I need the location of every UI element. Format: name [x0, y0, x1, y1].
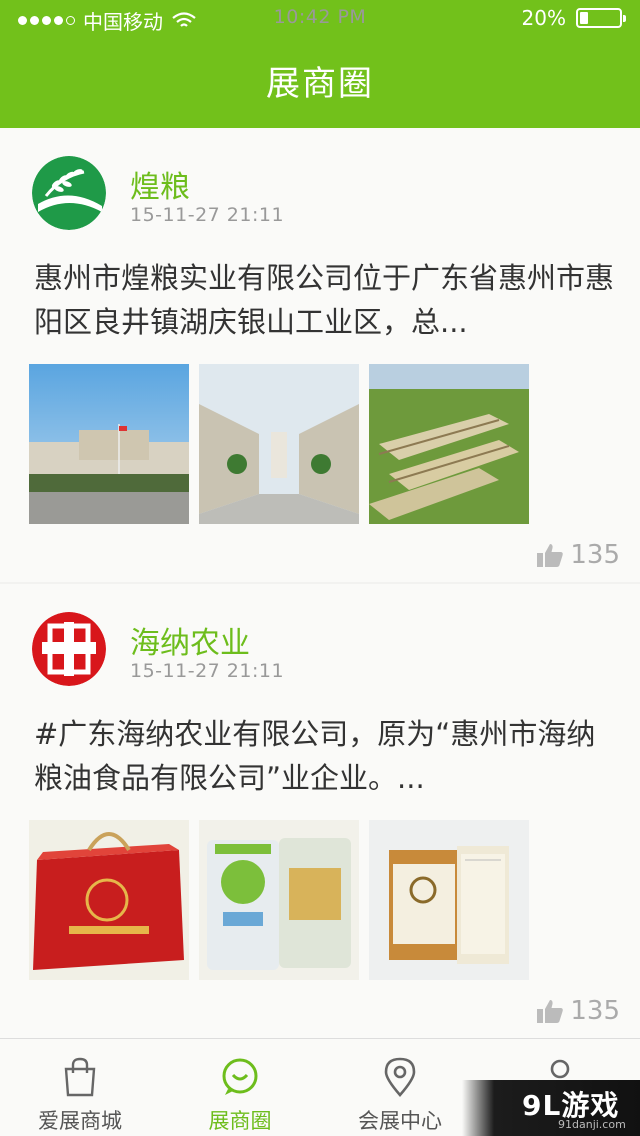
tab-exhibitor-circle[interactable]: 展商圈: [160, 1039, 320, 1136]
tab-label: 会展中心: [358, 1109, 442, 1133]
thumbs-up-icon: [537, 544, 564, 567]
factory-courtyard-photo[interactable]: [199, 364, 359, 524]
tab-label: 展商圈: [208, 1109, 272, 1133]
location-pin-icon: [384, 1057, 416, 1097]
status-right: 20%: [521, 6, 626, 30]
post-text[interactable]: 惠州市煌粮实业有限公司位于广东省惠州市惠阳区良井镇湖庆银山工业区，总...: [34, 256, 614, 344]
rice-bag-photo[interactable]: [199, 820, 359, 980]
tab-mall[interactable]: 爱展商城: [0, 1039, 160, 1136]
post-time: 15-11-27 21:11: [130, 204, 285, 226]
post-author[interactable]: 海纳农业: [130, 618, 250, 662]
chat-bubble-icon: [222, 1058, 258, 1095]
thumbs-up-icon: [537, 1000, 564, 1023]
like-button[interactable]: 135: [536, 540, 620, 570]
watermark-sub: 91danji.com: [558, 1118, 626, 1131]
tab-label: 爱展商城: [38, 1109, 122, 1133]
post-feed[interactable]: 煌粮 15-11-27 21:11 惠州市煌粮实业有限公司位于广东省惠州市惠阳区…: [0, 128, 640, 1040]
rice-box-photo[interactable]: [369, 820, 529, 980]
top-bar: 中国移动 10:42 PM 20% 展商圈: [0, 0, 640, 128]
post-images: [29, 364, 529, 524]
like-button[interactable]: 135: [536, 996, 620, 1026]
grain-logo-icon[interactable]: [32, 156, 106, 230]
post-time: 15-11-27 21:11: [130, 660, 285, 682]
post-text[interactable]: #广东海纳农业有限公司，原为“惠州市海纳粮油食品有限公司”业企业。...: [34, 712, 614, 800]
like-count: 135: [570, 540, 620, 570]
post-card[interactable]: 海纳农业 15-11-27 21:11 #广东海纳农业有限公司，原为“惠州市海纳…: [0, 584, 640, 1040]
post-images: [29, 820, 529, 980]
watermark-logo: 9L游戏 91danji.com: [462, 1080, 640, 1136]
tab-exhibition-center[interactable]: 会展中心: [320, 1039, 480, 1136]
factory-gate-photo[interactable]: [29, 364, 189, 524]
battery-percent: 20%: [521, 6, 566, 30]
shopping-bag-icon: [64, 1057, 96, 1097]
post-card[interactable]: 煌粮 15-11-27 21:11 惠州市煌粮实业有限公司位于广东省惠州市惠阳区…: [0, 128, 640, 582]
status-bar: 中国移动 10:42 PM 20%: [0, 0, 640, 36]
post-author[interactable]: 煌粮: [130, 162, 190, 206]
like-count: 135: [570, 996, 620, 1026]
page-title: 展商圈: [266, 64, 374, 104]
factory-aerial-photo[interactable]: [369, 364, 529, 524]
red-gift-box-photo[interactable]: [29, 820, 189, 980]
battery-icon: [576, 8, 626, 28]
haina-logo-icon[interactable]: [32, 612, 106, 686]
